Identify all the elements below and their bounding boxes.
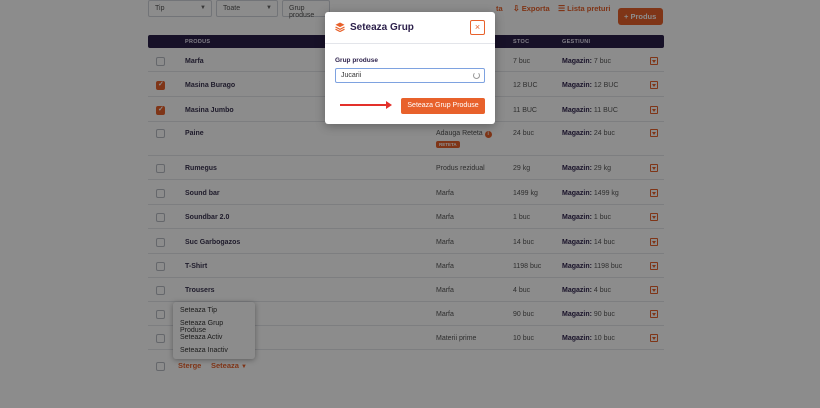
modal-header: Seteaza Grup × (325, 12, 495, 44)
group-input[interactable]: Jucarii (335, 68, 485, 83)
modal-title: Seteaza Grup (350, 22, 414, 33)
set-group-modal: Seteaza Grup × Grup produse Jucarii Sete… (325, 12, 495, 124)
set-group-submit-button[interactable]: Seteaza Grup Produse (401, 98, 485, 114)
close-icon[interactable]: × (470, 20, 485, 35)
pointer-arrow (340, 101, 392, 109)
spinner-icon (473, 72, 480, 79)
group-field-label: Grup produse (335, 57, 378, 64)
group-input-value: Jucarii (341, 72, 362, 79)
layers-icon (335, 22, 345, 32)
